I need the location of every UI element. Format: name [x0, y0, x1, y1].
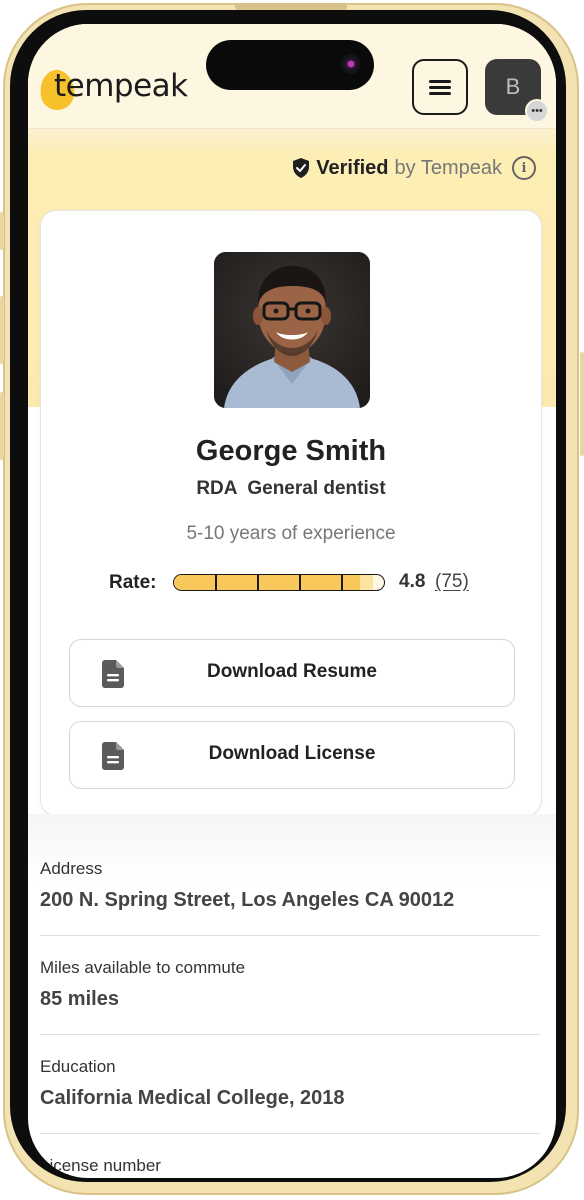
download-license-button[interactable]: Download License — [69, 721, 515, 789]
detail-label: Miles available to commute — [40, 958, 246, 977]
detail-address: Address 200 N. Spring Street, Los Angele… — [40, 859, 540, 912]
profile-card: George Smith RDA General dentist 5-10 ye… — [40, 210, 542, 816]
download-resume-button[interactable]: Download Resume — [69, 639, 515, 707]
detail-divider — [40, 935, 540, 936]
phone-volume-down-button — [0, 392, 4, 460]
detail-education: Education California Medical College, 20… — [40, 1057, 540, 1110]
detail-value: 200 N. Spring Street, Los Angeles CA 900… — [40, 889, 455, 911]
verified-by-label: by Tempeak — [394, 156, 502, 179]
phone-screen: tempeak B ••• Verified by Tempeak i Geor… — [28, 24, 556, 1178]
rating-divider — [341, 575, 343, 590]
rating-bar-fill — [174, 575, 360, 590]
more-options-icon[interactable]: ••• — [525, 99, 549, 123]
rating-count-link[interactable]: (75) — [435, 571, 469, 593]
phone-side-button — [0, 212, 4, 250]
avatar-badge-dots: ••• — [531, 104, 543, 117]
menu-button[interactable] — [412, 59, 468, 115]
profile-experience: 5-10 years of experience — [186, 523, 396, 544]
front-camera — [341, 54, 361, 74]
download-license-label: Download License — [208, 743, 376, 764]
verified-badge: Verified by Tempeak i — [292, 156, 536, 180]
profile-photo — [214, 252, 370, 408]
detail-commute: Miles available to commute 85 miles — [40, 958, 540, 1011]
detail-label: Education — [40, 1057, 116, 1076]
info-icon[interactable]: i — [512, 156, 536, 180]
detail-license-number: License number — [40, 1156, 540, 1176]
detail-value: 85 miles — [40, 988, 119, 1010]
profile-role: RDA General dentist — [196, 478, 386, 499]
download-resume-label: Download Resume — [207, 661, 377, 682]
detail-divider — [40, 1133, 540, 1134]
rate-label: Rate: — [109, 572, 157, 593]
detail-divider — [40, 1034, 540, 1035]
verified-label: Verified — [316, 156, 389, 179]
detail-value: California Medical College, 2018 — [40, 1087, 345, 1109]
shield-check-icon — [293, 158, 310, 178]
rating-value: 4.8 — [399, 571, 426, 592]
rating-divider — [257, 575, 259, 590]
rating-divider — [215, 575, 217, 590]
avatar-initial: B — [505, 74, 521, 99]
rating-bar-partial — [360, 575, 373, 590]
rating-bar — [173, 574, 385, 591]
hamburger-icon — [429, 77, 451, 98]
phone-volume-up-button — [0, 296, 4, 364]
logo-text: tempeak — [54, 68, 188, 104]
detail-label: Address — [40, 859, 103, 878]
profile-name: George Smith — [195, 435, 387, 467]
rating-divider — [299, 575, 301, 590]
phone-power-button — [580, 352, 584, 456]
detail-label: License number — [40, 1156, 161, 1175]
